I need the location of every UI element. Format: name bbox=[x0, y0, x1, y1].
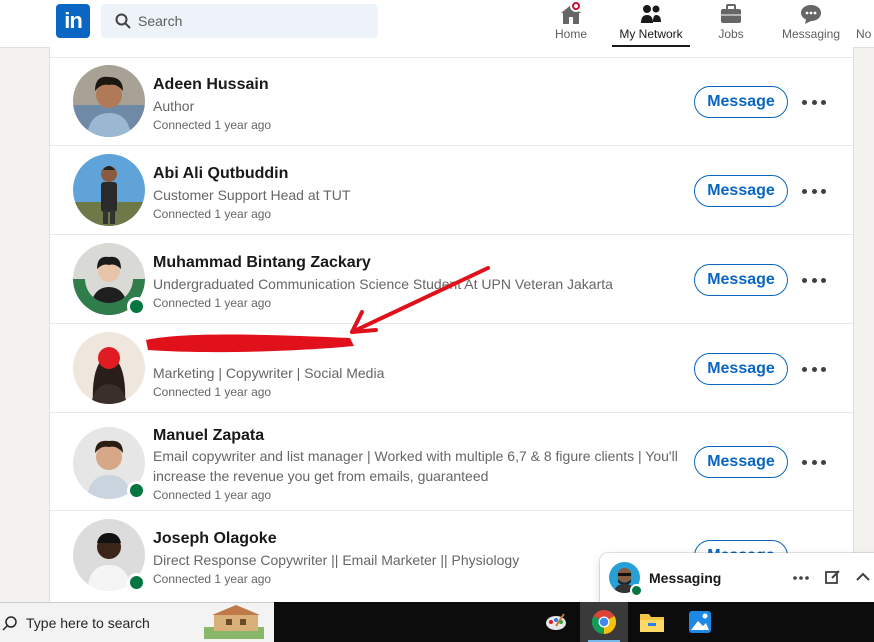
connected-time: Connected 1 year ago bbox=[153, 207, 272, 221]
redaction-mark bbox=[146, 334, 354, 353]
nav-home[interactable]: Home bbox=[548, 0, 594, 47]
online-status-indicator bbox=[127, 481, 146, 500]
list-item: Adeen Hussain Author Connected 1 year ag… bbox=[50, 57, 853, 146]
connection-headline: Author bbox=[153, 98, 195, 114]
connection-headline: Email copywriter and list manager | Work… bbox=[153, 448, 678, 484]
taskbar-file-explorer[interactable] bbox=[628, 602, 676, 642]
avatar[interactable] bbox=[73, 154, 145, 226]
nav-notifications-label: No bbox=[856, 27, 872, 41]
compose-icon[interactable] bbox=[824, 569, 842, 585]
taskbar-chrome[interactable] bbox=[580, 602, 628, 642]
message-button[interactable]: Message bbox=[694, 175, 788, 207]
chevron-up-icon[interactable] bbox=[854, 569, 872, 585]
chrome-icon bbox=[591, 610, 617, 634]
more-options-button[interactable] bbox=[802, 359, 826, 379]
connected-time: Connected 1 year ago bbox=[153, 296, 272, 310]
briefcase-icon bbox=[721, 4, 741, 23]
connection-name[interactable]: Manuel Zapata bbox=[153, 427, 264, 445]
online-status-indicator bbox=[630, 584, 643, 597]
taskbar-search[interactable]: Type here to search bbox=[0, 602, 274, 642]
messaging-title: Messaging bbox=[649, 570, 722, 586]
more-options-button[interactable] bbox=[802, 452, 826, 472]
nav-my-network[interactable]: My Network bbox=[612, 0, 690, 47]
messaging-overlay[interactable]: Messaging bbox=[600, 553, 874, 602]
nav-home-label: Home bbox=[554, 27, 587, 41]
connection-headline: Direct Response Copywriter || Email Mark… bbox=[153, 552, 520, 568]
connection-name[interactable]: Joseph Olagoke bbox=[153, 530, 277, 548]
nav-notifications[interactable]: No bbox=[856, 0, 874, 47]
avatar[interactable] bbox=[73, 65, 145, 137]
file-explorer-icon bbox=[640, 614, 664, 632]
taskbar-photos[interactable] bbox=[676, 602, 724, 642]
taskbar-paint[interactable] bbox=[532, 602, 580, 642]
message-button[interactable]: Message bbox=[694, 86, 788, 118]
nav-messaging-label: Messaging bbox=[781, 27, 841, 41]
search-highlight-illustration bbox=[204, 605, 264, 639]
search-placeholder: Search bbox=[138, 13, 183, 29]
annotation-arrow bbox=[350, 266, 490, 334]
photos-icon bbox=[689, 611, 711, 633]
paint-icon bbox=[546, 613, 566, 630]
connected-time: Connected 1 year ago bbox=[153, 488, 272, 502]
nav-jobs[interactable]: Jobs bbox=[708, 0, 754, 47]
more-options-button[interactable] bbox=[802, 92, 826, 112]
list-item: Abi Ali Qutbuddin Customer Support Head … bbox=[50, 146, 853, 235]
more-options-button[interactable] bbox=[802, 181, 826, 201]
windows-taskbar: Type here to search bbox=[0, 602, 874, 642]
connected-time: Connected 1 year ago bbox=[153, 118, 272, 132]
nav-my-network-label: My Network bbox=[619, 27, 683, 41]
more-options-icon[interactable] bbox=[792, 569, 810, 585]
search-bar[interactable]: Search bbox=[101, 4, 378, 38]
nav-messaging[interactable]: Messaging bbox=[780, 0, 842, 47]
search-icon bbox=[115, 13, 131, 29]
top-navigation: in Search Home My Network Jobs Messaging… bbox=[0, 0, 874, 48]
nav-jobs-label: Jobs bbox=[718, 27, 744, 41]
connection-name[interactable]: Muhammad Bintang Zackary bbox=[153, 254, 371, 272]
search-icon bbox=[2, 616, 17, 631]
messaging-icon bbox=[801, 5, 821, 24]
connection-headline: Customer Support Head at TUT bbox=[153, 187, 351, 203]
connected-time: Connected 1 year ago bbox=[153, 572, 272, 586]
connected-time: Connected 1 year ago bbox=[153, 385, 272, 399]
more-options-button[interactable] bbox=[802, 270, 826, 290]
message-button[interactable]: Message bbox=[694, 353, 788, 385]
network-icon bbox=[641, 5, 661, 23]
online-status-indicator bbox=[127, 573, 146, 592]
list-item: Manuel Zapata Email copywriter and list … bbox=[50, 413, 853, 511]
notification-dot bbox=[570, 0, 582, 12]
linkedin-logo[interactable]: in bbox=[56, 4, 90, 38]
message-button[interactable]: Message bbox=[694, 264, 788, 296]
avatar[interactable] bbox=[73, 332, 145, 404]
connection-name[interactable]: Adeen Hussain bbox=[153, 76, 269, 94]
connection-name[interactable]: Abi Ali Qutbuddin bbox=[153, 165, 288, 183]
online-status-indicator bbox=[127, 297, 146, 316]
message-button[interactable]: Message bbox=[694, 446, 788, 478]
connection-headline: Marketing | Copywriter | Social Media bbox=[153, 365, 385, 381]
taskbar-search-placeholder: Type here to search bbox=[26, 615, 150, 631]
